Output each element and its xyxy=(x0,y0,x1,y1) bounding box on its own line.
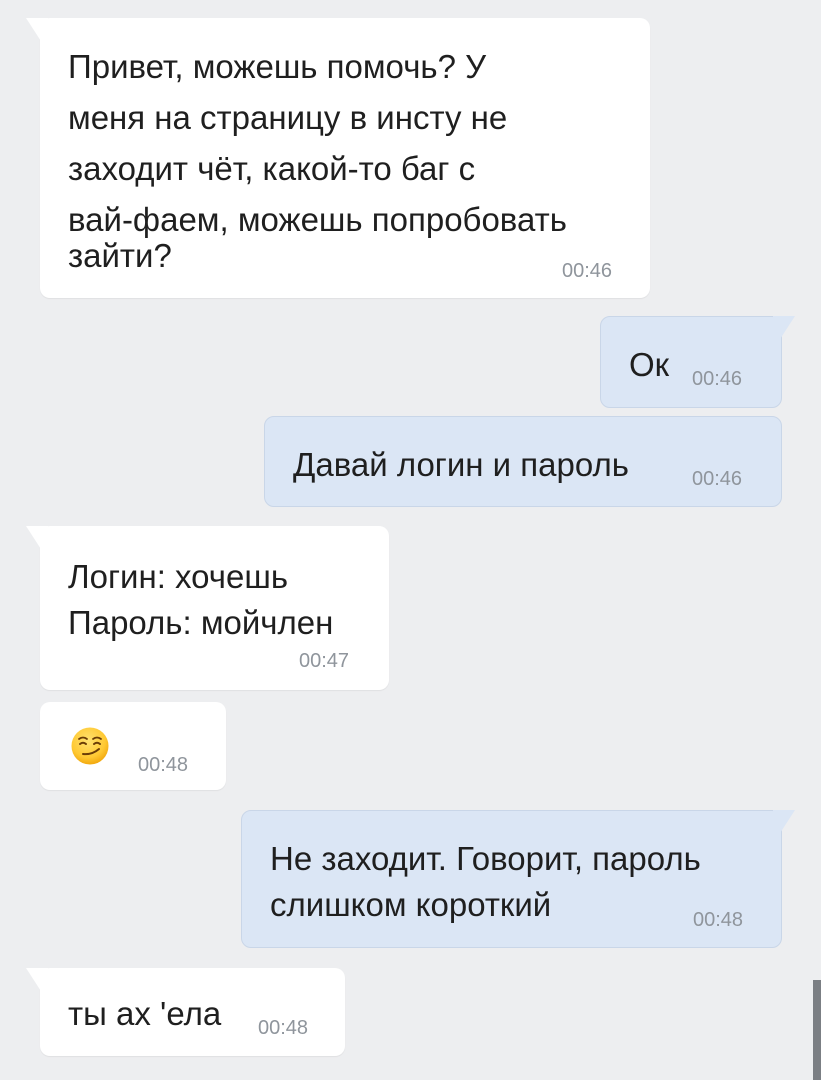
message-bubble-incoming[interactable]: Логин: хочешь Пароль: мойчлен 00:47 xyxy=(26,526,389,690)
message-text-line: Логин: хочешь xyxy=(68,558,289,595)
message-text-line: слишком короткий xyxy=(270,886,552,923)
message-bubble-outgoing[interactable]: Ок 00:46 xyxy=(600,316,795,408)
message-time: 00:47 xyxy=(299,650,350,672)
message-text-line: меня на страницу в инсту не xyxy=(68,99,508,136)
message-text-line: Ок xyxy=(629,346,670,383)
message-text-line: Не заходит. Говорит, пароль xyxy=(270,840,701,877)
message-text-line: зайти? xyxy=(68,237,172,274)
message-text-line: заходит чёт, какой-то баг с xyxy=(68,150,476,187)
message-bubble-outgoing[interactable]: Давай логин и пароль 00:46 xyxy=(264,416,782,507)
message-text-line: ты ах 'ела xyxy=(68,995,222,1032)
chat-history: Привет, можешь помочь? У меня на страниц… xyxy=(0,0,821,1080)
message-bubble-outgoing[interactable]: Не заходит. Говорит, пароль слишком коро… xyxy=(241,810,795,948)
message-time: 00:48 xyxy=(138,754,189,776)
message-text-line: Давай логин и пароль xyxy=(293,446,629,483)
message-time: 00:46 xyxy=(692,368,743,390)
message-time: 00:48 xyxy=(693,909,744,931)
message-text-line: Пароль: мойчлен xyxy=(68,604,334,641)
message-time: 00:46 xyxy=(562,260,613,282)
scrollbar[interactable] xyxy=(813,980,821,1080)
message-text-line: Привет, можешь помочь? У xyxy=(68,48,487,85)
message-bubble-incoming[interactable]: ты ах 'ела 00:48 xyxy=(26,968,345,1056)
message-bubble-incoming[interactable]: 00:48 xyxy=(40,702,226,790)
message-time: 00:48 xyxy=(258,1017,309,1039)
smirking-face-emoji-icon xyxy=(71,727,109,765)
message-bubble-incoming[interactable]: Привет, можешь помочь? У меня на страниц… xyxy=(26,18,650,298)
message-time: 00:46 xyxy=(692,468,743,490)
